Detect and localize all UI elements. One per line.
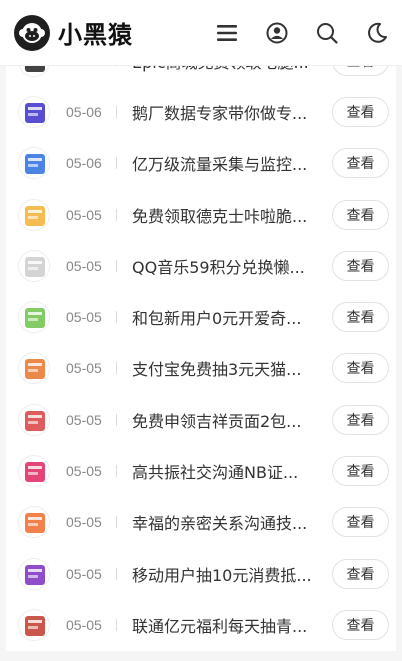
list-item[interactable]: 05-05 幸福的亲密关系沟通技... 查看 — [6, 497, 396, 548]
dark-mode-moon-icon[interactable] — [352, 0, 402, 66]
item-title-link[interactable]: 亿万级流量采集与监控... — [132, 151, 320, 175]
view-button[interactable]: 查看 — [332, 148, 389, 179]
user-icon[interactable] — [252, 0, 302, 66]
item-date: 05-06 — [66, 155, 102, 172]
item-title-link[interactable]: 免费申领吉祥贡面2包... — [132, 408, 320, 432]
item-title-link[interactable]: 联通亿元福利每天抽青... — [132, 613, 320, 637]
item-date: 05-05 — [66, 411, 102, 428]
view-button[interactable]: 查看 — [332, 609, 389, 640]
item-title-link[interactable]: 支付宝免费抽3元天猫... — [132, 356, 320, 380]
divider — [116, 413, 117, 426]
item-title-link[interactable]: QQ音乐59积分兑换懒... — [132, 254, 320, 278]
divider — [116, 208, 117, 221]
item-date: 05-06 — [66, 103, 102, 120]
list-item[interactable]: 05-05 免费领取德克士咔啦脆... 查看 — [6, 189, 396, 240]
divider — [116, 311, 117, 324]
list-item[interactable]: 05-05 联通亿元福利每天抽青... 查看 — [6, 599, 396, 650]
site-logo[interactable]: 小黑猿 — [14, 14, 133, 51]
search-icon[interactable] — [302, 0, 352, 66]
view-button[interactable]: 查看 — [332, 250, 389, 281]
divider — [116, 157, 117, 170]
divider — [116, 362, 117, 375]
view-button[interactable]: 查看 — [332, 404, 389, 435]
activity-list: 05-06Epic商城免费领取宅腿...查看05-06鹅厂数据专家带你做专...… — [6, 35, 396, 651]
item-thumbnail — [18, 301, 50, 334]
menu-icon[interactable] — [202, 0, 252, 66]
view-button[interactable]: 查看 — [332, 353, 389, 384]
item-date: 05-05 — [66, 257, 102, 274]
list-item[interactable]: 05-05 移动用户抽10元消费抵... 查看 — [6, 548, 396, 599]
item-date: 05-05 — [66, 616, 102, 633]
view-button[interactable]: 查看 — [332, 456, 389, 487]
divider — [116, 105, 117, 118]
site-name: 小黑猿 — [58, 21, 133, 49]
list-item[interactable]: 05-06 亿万级流量采集与监控... 查看 — [6, 138, 396, 189]
item-thumbnail — [18, 147, 50, 180]
item-thumbnail — [18, 249, 50, 282]
view-button[interactable]: 查看 — [332, 507, 389, 538]
item-title-link[interactable]: 移动用户抽10元消费抵... — [132, 562, 320, 586]
item-thumbnail — [18, 455, 50, 488]
divider — [116, 567, 117, 580]
view-button[interactable]: 查看 — [332, 302, 389, 333]
list-item[interactable]: 05-05 高共振社交沟通NB证... 查看 — [6, 445, 396, 496]
list-item[interactable]: 05-05 支付宝免费抽3元天猫... 查看 — [6, 343, 396, 394]
divider — [116, 259, 117, 272]
item-thumbnail — [18, 506, 50, 539]
view-button[interactable]: 查看 — [332, 96, 389, 127]
item-title-link[interactable]: 鹅厂数据专家带你做专... — [132, 100, 320, 124]
divider — [116, 516, 117, 529]
item-title-link[interactable]: 免费领取德克士咔啦脆... — [132, 203, 320, 227]
item-thumbnail — [18, 608, 50, 641]
monkey-logo-icon — [14, 14, 50, 51]
item-thumbnail — [18, 95, 50, 128]
list-item[interactable]: 05-05 QQ音乐59积分兑换懒... 查看 — [6, 240, 396, 291]
item-title-link[interactable]: 幸福的亲密关系沟通技... — [132, 510, 320, 534]
item-thumbnail — [18, 352, 50, 385]
item-date: 05-05 — [66, 206, 102, 223]
item-date: 05-05 — [66, 360, 102, 377]
view-button[interactable]: 查看 — [332, 199, 389, 230]
item-title-link[interactable]: 高共振社交沟通NB证... — [132, 459, 320, 483]
list-item[interactable]: 05-06 鹅厂数据专家带你做专... 查看 — [6, 86, 396, 137]
divider — [116, 465, 117, 478]
list-item[interactable]: 05-05 免费申领吉祥贡面2包... 查看 — [6, 394, 396, 445]
divider — [116, 618, 117, 631]
item-thumbnail — [18, 198, 50, 231]
item-date: 05-05 — [66, 565, 102, 582]
item-thumbnail — [18, 403, 50, 436]
item-date: 05-05 — [66, 309, 102, 326]
item-date: 05-05 — [66, 514, 102, 531]
list-item[interactable]: 05-05 和包新用户0元开爱奇... 查看 — [6, 291, 396, 342]
item-thumbnail — [18, 557, 50, 590]
item-title-link[interactable]: 和包新用户0元开爱奇... — [132, 305, 320, 329]
top-header: 小黑猿 — [0, 0, 402, 66]
item-date: 05-05 — [66, 463, 102, 480]
view-button[interactable]: 查看 — [332, 558, 389, 589]
